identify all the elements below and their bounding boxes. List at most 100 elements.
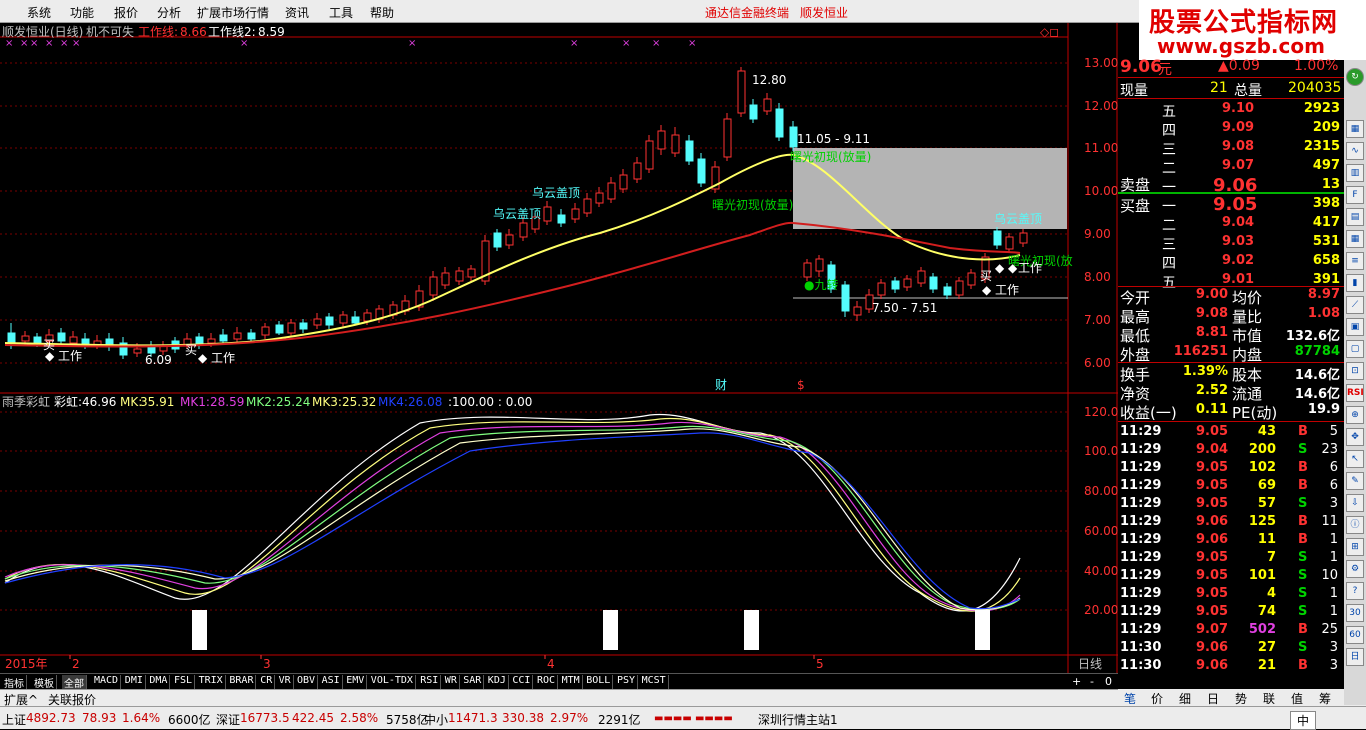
book-price[interactable]: 9.05: [1213, 194, 1257, 215]
tab-trend[interactable]: 势: [1235, 690, 1247, 707]
f10-icon[interactable]: F: [1346, 186, 1364, 204]
tab-brar[interactable]: BRAR: [227, 675, 257, 689]
tab-roc[interactable]: ROC: [535, 675, 559, 689]
tick-count: 3: [1329, 658, 1338, 673]
candle-body: [993, 230, 1002, 246]
export-icon[interactable]: ⇩: [1346, 494, 1364, 512]
last-price: 9.06: [1120, 57, 1162, 77]
tab-daily[interactable]: 日: [1207, 690, 1219, 707]
tab-trix[interactable]: TRIX: [197, 675, 226, 689]
zoom-icon[interactable]: ⊕: [1346, 406, 1364, 424]
line-icon[interactable]: ⟋: [1346, 296, 1364, 314]
tab-dma[interactable]: DMA: [147, 675, 171, 689]
tab-fsl[interactable]: FSL: [172, 675, 196, 689]
tick-side: S: [1298, 604, 1308, 619]
tab-vr[interactable]: VR: [277, 675, 294, 689]
tab-mtm[interactable]: MTM: [560, 675, 583, 689]
menu-quote[interactable]: 报价: [114, 4, 138, 21]
book-price[interactable]: 9.07: [1222, 158, 1254, 173]
calc-icon[interactable]: ⊞: [1346, 538, 1364, 556]
candle-body: [287, 322, 296, 334]
tab-mcst[interactable]: MCST: [640, 675, 669, 689]
zoom-reset-button[interactable]: 0: [1105, 675, 1112, 688]
server-name[interactable]: 深圳行情主站1: [758, 711, 838, 728]
zoom-out-button[interactable]: -: [1090, 675, 1094, 688]
ind-tick: 120.00: [1084, 405, 1118, 419]
kline-chart-area[interactable]: 顺发恒业(日线) 机不可失 工作线: 8.66 工作线2: 8.59 ◇◻ 13…: [0, 23, 1118, 673]
tick-count: 23: [1321, 442, 1338, 457]
bars-icon[interactable]: ▮: [1346, 274, 1364, 292]
menu-news[interactable]: 资讯: [285, 4, 309, 21]
chart-icon[interactable]: ▦: [1346, 120, 1364, 138]
info-icon[interactable]: ⓘ: [1346, 516, 1364, 534]
rsi-icon[interactable]: RSI: [1346, 384, 1364, 402]
tab-asi[interactable]: ASI: [320, 675, 343, 689]
day-icon[interactable]: 日: [1346, 648, 1364, 666]
tab-ticks[interactable]: 笔: [1124, 690, 1136, 707]
cursor-icon[interactable]: ↖: [1346, 450, 1364, 468]
tab-price[interactable]: 价: [1151, 690, 1163, 707]
tab-vol-tdx[interactable]: VOL-TDX: [369, 675, 416, 689]
chart-canvas[interactable]: 顺发恒业(日线) 机不可失 工作线: 8.66 工作线2: 8.59 ◇◻ 13…: [0, 23, 1118, 673]
lock-icon[interactable]: ⊡: [1346, 362, 1364, 380]
tab-wr[interactable]: WR: [443, 675, 460, 689]
menu-ext-market[interactable]: 扩展市场行情: [197, 4, 269, 21]
panel-icon[interactable]: ▣: [1346, 318, 1364, 336]
tab-obv[interactable]: OBV: [295, 675, 319, 689]
zoom-in-button[interactable]: +: [1072, 675, 1081, 688]
window-icon[interactable]: ▢: [1346, 340, 1364, 358]
tab-dmi[interactable]: DMI: [123, 675, 146, 689]
menu-system[interactable]: 系统: [27, 4, 51, 21]
tab-kdj[interactable]: KDJ: [486, 675, 509, 689]
period-label[interactable]: 日线: [1078, 657, 1102, 671]
book-price[interactable]: 9.02: [1222, 253, 1254, 268]
tab-detail[interactable]: 细: [1179, 690, 1191, 707]
book-price[interactable]: 9.10: [1222, 101, 1254, 116]
book-price[interactable]: 9.09: [1222, 120, 1254, 135]
tab-cci[interactable]: CCI: [510, 675, 534, 689]
tab-psy[interactable]: PSY: [615, 675, 639, 689]
chart-corner-icons[interactable]: ◇◻: [1040, 25, 1059, 39]
menu-tools[interactable]: 工具: [329, 4, 353, 21]
trend-icon[interactable]: ∿: [1346, 142, 1364, 160]
range-label-1: 11.05 - 9.11: [797, 132, 870, 146]
book-level: 一: [1162, 180, 1176, 196]
tab-macd[interactable]: MACD: [92, 675, 122, 689]
stat-value: 87784: [1294, 344, 1340, 359]
book-price[interactable]: 9.08: [1222, 139, 1254, 154]
book-volume: 2315: [1303, 139, 1340, 154]
settings-icon[interactable]: ⚙: [1346, 560, 1364, 578]
list-icon[interactable]: ≡: [1346, 252, 1364, 270]
menu-help[interactable]: 帮助: [370, 4, 394, 21]
ime-indicator[interactable]: 中: [1290, 711, 1317, 730]
period-60-icon[interactable]: 60: [1346, 626, 1364, 644]
tab-rsi[interactable]: RSI: [418, 675, 442, 689]
tab-全部[interactable]: 全部: [62, 675, 87, 690]
total-vol: 204035: [1288, 80, 1342, 96]
tick-time: 11:29: [1120, 532, 1162, 547]
table-icon[interactable]: ▦: [1346, 230, 1364, 248]
ind-tick: 80.00: [1084, 484, 1118, 498]
tab-emv[interactable]: EMV: [344, 675, 368, 689]
menu-analysis[interactable]: 分析: [157, 4, 181, 21]
tick-price: 9.06: [1196, 658, 1229, 673]
help-icon[interactable]: ?: [1346, 582, 1364, 600]
refresh-icon[interactable]: ↻: [1346, 68, 1364, 86]
tab-related[interactable]: 联: [1263, 690, 1275, 707]
tab-cr[interactable]: CR: [258, 675, 276, 689]
tab-模板[interactable]: 模板: [32, 675, 57, 690]
grid-icon[interactable]: ▤: [1346, 208, 1364, 226]
tab-boll[interactable]: BOLL: [584, 675, 614, 689]
tab-sar[interactable]: SAR: [461, 675, 485, 689]
kline-icon[interactable]: ▥: [1346, 164, 1364, 182]
period-30-icon[interactable]: 30: [1346, 604, 1364, 622]
book-price[interactable]: 9.01: [1222, 272, 1254, 287]
tab-chips[interactable]: 筹: [1319, 690, 1331, 707]
book-price[interactable]: 9.04: [1222, 215, 1254, 230]
move-icon[interactable]: ✥: [1346, 428, 1364, 446]
tab-指标[interactable]: 指标: [2, 675, 27, 690]
book-price[interactable]: 9.03: [1222, 234, 1254, 249]
tab-value[interactable]: 值: [1291, 690, 1303, 707]
draw-icon[interactable]: ✎: [1346, 472, 1364, 490]
menu-function[interactable]: 功能: [70, 4, 94, 21]
